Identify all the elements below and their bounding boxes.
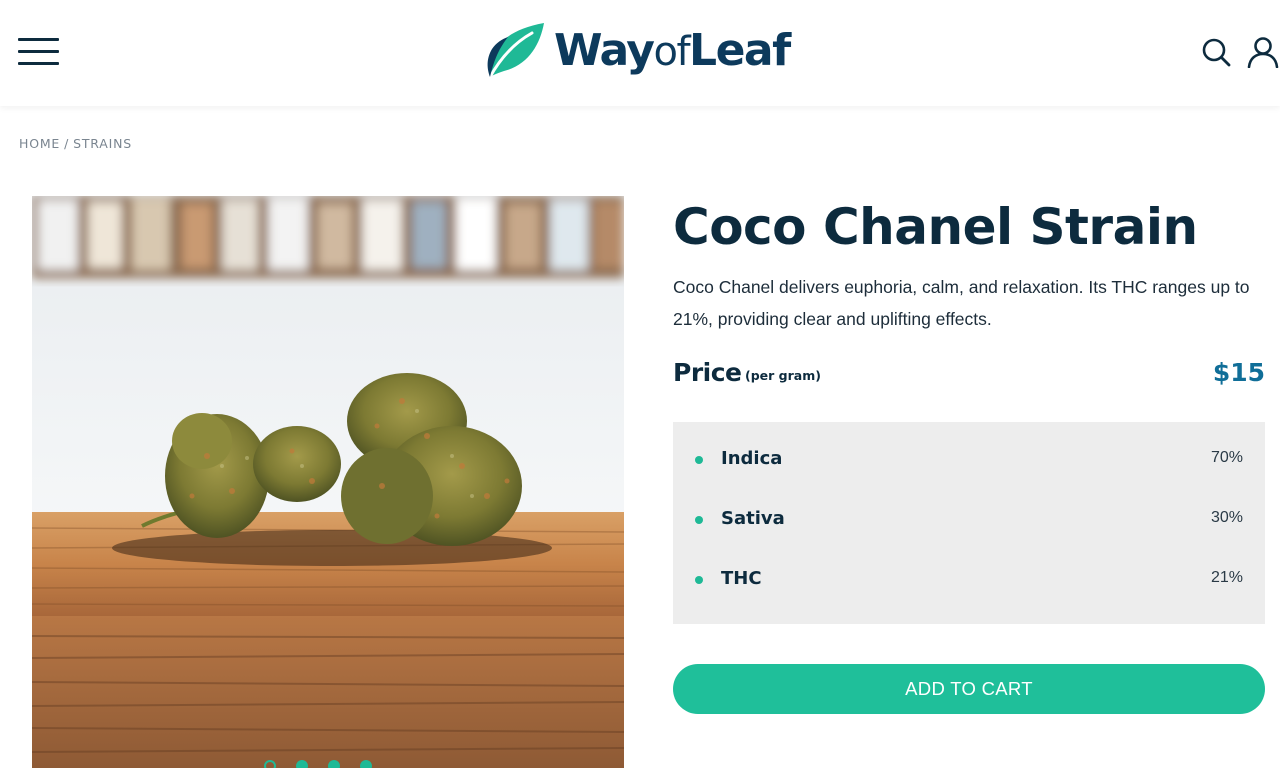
bullet-icon xyxy=(695,516,703,524)
stat-row-thc: THC 21% xyxy=(673,560,1265,600)
user-icon[interactable] xyxy=(1246,36,1279,69)
site-header: WayofLeaf xyxy=(0,0,1280,106)
leaf-logo-icon xyxy=(487,23,544,79)
gallery-dot[interactable] xyxy=(296,760,308,768)
price-value: $15 xyxy=(1212,358,1265,387)
price-label: Price xyxy=(673,358,742,387)
price-unit: (per gram) xyxy=(745,368,821,383)
gallery-dot[interactable] xyxy=(328,760,340,768)
stat-label: THC xyxy=(721,568,762,589)
add-to-cart-button[interactable]: ADD TO CART xyxy=(673,664,1265,714)
product-description: Coco Chanel delivers euphoria, calm, and… xyxy=(673,277,1250,329)
stat-label: Indica xyxy=(721,448,783,469)
search-icon[interactable] xyxy=(1200,36,1232,68)
bullet-icon xyxy=(695,576,703,584)
stat-row-sativa: Sativa 30% xyxy=(673,500,1265,540)
logo-text: WayofLeaf xyxy=(554,24,791,76)
breadcrumb: HOME / STRAINS xyxy=(19,136,132,151)
stat-row-indica: Indica 70% xyxy=(673,440,1265,480)
breadcrumb-strains[interactable]: STRAINS xyxy=(73,136,132,151)
gallery-pagination xyxy=(264,760,372,768)
breadcrumb-home[interactable]: HOME xyxy=(19,136,60,151)
stat-value: 30% xyxy=(1210,509,1243,526)
product-image[interactable] xyxy=(32,196,624,768)
site-logo[interactable]: WayofLeaf xyxy=(482,18,791,82)
stat-label: Sativa xyxy=(721,508,785,529)
bullet-icon xyxy=(695,456,703,464)
stat-value: 21% xyxy=(1210,569,1243,586)
stat-value: 70% xyxy=(1210,449,1243,466)
gallery-dot[interactable] xyxy=(264,760,276,768)
breadcrumb-separator: / xyxy=(64,136,70,151)
product-title: Coco Chanel Strain xyxy=(673,198,1198,256)
price-row: Price (per gram) $15 xyxy=(673,356,1265,396)
menu-icon[interactable] xyxy=(18,38,60,66)
strain-stats: Indica 70% Sativa 30% THC 21% xyxy=(673,422,1265,624)
gallery-dot[interactable] xyxy=(360,760,372,768)
